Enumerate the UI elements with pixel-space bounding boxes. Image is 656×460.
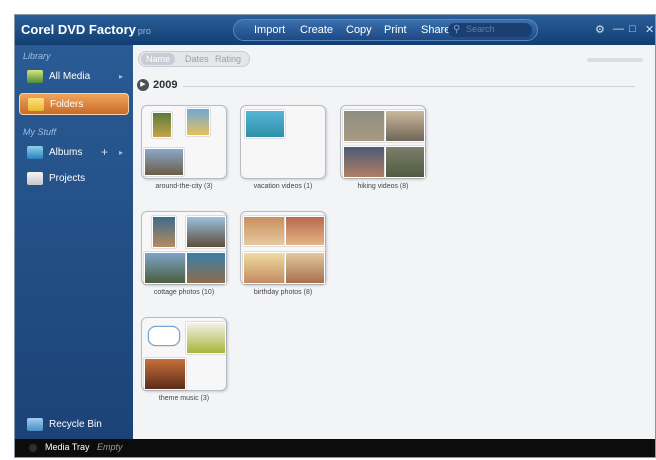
chevron-icon: ▸ [119, 72, 124, 81]
title-bar: Corel DVD Factory pro Import Create Copy … [15, 15, 655, 45]
year-group-label: 2009 [153, 79, 178, 91]
thumbnail [285, 216, 325, 246]
sort-tabs: Name Dates Rating [138, 51, 250, 67]
menu-copy[interactable]: Copy [346, 24, 372, 36]
folder-tile[interactable] [141, 317, 227, 391]
collapse-icon[interactable]: ▶ [137, 79, 149, 91]
media-tray: Media Tray Empty [15, 439, 655, 457]
folder-caption: theme music (3) [158, 395, 210, 402]
folder-caption: hiking videos (8) [357, 183, 409, 190]
folder-tile[interactable] [141, 105, 227, 179]
main-menu: Import Create Copy Print Share ⚲ Search [233, 19, 538, 41]
sidebar-item-albums[interactable]: Albums + ▸ [19, 142, 129, 164]
thumbnail [243, 216, 285, 246]
thumbnail [186, 322, 226, 354]
thumbnail [144, 358, 186, 390]
sidebar: Library All Media ▸ Folders My Stuff Alb… [15, 45, 133, 439]
sidebar-item-projects[interactable]: Projects [19, 168, 129, 190]
thumbnail [148, 326, 180, 346]
search-icon: ⚲ [453, 24, 461, 35]
folder-caption: cottage photos (10) [153, 289, 215, 296]
thumbnail [343, 110, 385, 142]
folder-caption: birthday photos (8) [253, 289, 313, 296]
chevron-icon: ▸ [119, 148, 124, 157]
album-icon [27, 146, 43, 159]
sidebar-item-label: Projects [49, 173, 86, 184]
recycle-bin[interactable]: Recycle Bin [19, 414, 129, 436]
media-tray-status: Empty [97, 442, 123, 452]
folder-icon [28, 98, 44, 111]
folder-tile[interactable] [240, 211, 326, 285]
menu-create[interactable]: Create [300, 24, 333, 36]
thumbnail [152, 216, 176, 248]
sidebar-item-folders[interactable]: Folders [19, 93, 129, 115]
library-heading: Library [23, 51, 51, 61]
close-icon[interactable]: ✕ [645, 23, 654, 36]
sidebar-item-label: All Media [49, 71, 91, 82]
minimize-icon[interactable]: — [613, 23, 624, 35]
app-title: Corel DVD Factory pro [21, 22, 151, 37]
media-tray-icon[interactable] [29, 444, 37, 452]
add-album-icon[interactable]: + [101, 145, 108, 159]
media-tray-label: Media Tray [45, 442, 90, 452]
tab-name[interactable]: Name [141, 53, 176, 65]
tab-dates[interactable]: Dates [185, 54, 209, 64]
mystuff-heading: My Stuff [23, 127, 57, 137]
folder-caption: vacation videos (1) [253, 183, 313, 190]
recycle-bin-label: Recycle Bin [49, 419, 102, 430]
app-window: Corel DVD Factory pro Import Create Copy … [14, 14, 656, 458]
folder-tile[interactable] [340, 105, 426, 179]
app-title-text: Corel DVD Factory [21, 22, 136, 37]
thumbnail [245, 110, 285, 138]
search-input[interactable]: ⚲ Search [448, 23, 532, 37]
thumbnail [343, 146, 385, 178]
thumbnail [152, 112, 172, 138]
year-divider [183, 86, 635, 87]
thumbnail [144, 148, 184, 176]
folder-tile[interactable] [240, 105, 326, 179]
thumbnail [243, 252, 285, 284]
folder-tile[interactable] [141, 211, 227, 285]
thumbnail [186, 252, 226, 284]
sidebar-item-label: Folders [50, 99, 84, 110]
thumbnail [186, 216, 226, 248]
recycle-bin-icon [27, 418, 43, 431]
tab-rating[interactable]: Rating [215, 54, 241, 64]
app-title-suffix: pro [137, 26, 151, 36]
thumbnail [144, 252, 186, 284]
thumbnail [186, 108, 210, 136]
menu-import[interactable]: Import [254, 24, 285, 36]
thumbnail [385, 146, 425, 178]
menu-print[interactable]: Print [384, 24, 407, 36]
maximize-icon[interactable]: □ [629, 23, 636, 35]
all-media-icon [27, 70, 43, 83]
settings-icon[interactable]: ⚙ [595, 23, 605, 36]
search-placeholder: Search [466, 24, 495, 34]
content-area: Name Dates Rating ▶ 2009 around-the-city… [133, 45, 655, 439]
thumbnail [285, 252, 325, 284]
thumbnail [385, 110, 425, 142]
folder-caption: around-the-city (3) [155, 183, 213, 190]
sidebar-item-label: Albums [49, 147, 83, 158]
menu-share[interactable]: Share [421, 24, 450, 36]
zoom-slider[interactable] [587, 58, 643, 62]
project-icon [27, 172, 43, 185]
sidebar-item-all-media[interactable]: All Media ▸ [19, 66, 129, 88]
